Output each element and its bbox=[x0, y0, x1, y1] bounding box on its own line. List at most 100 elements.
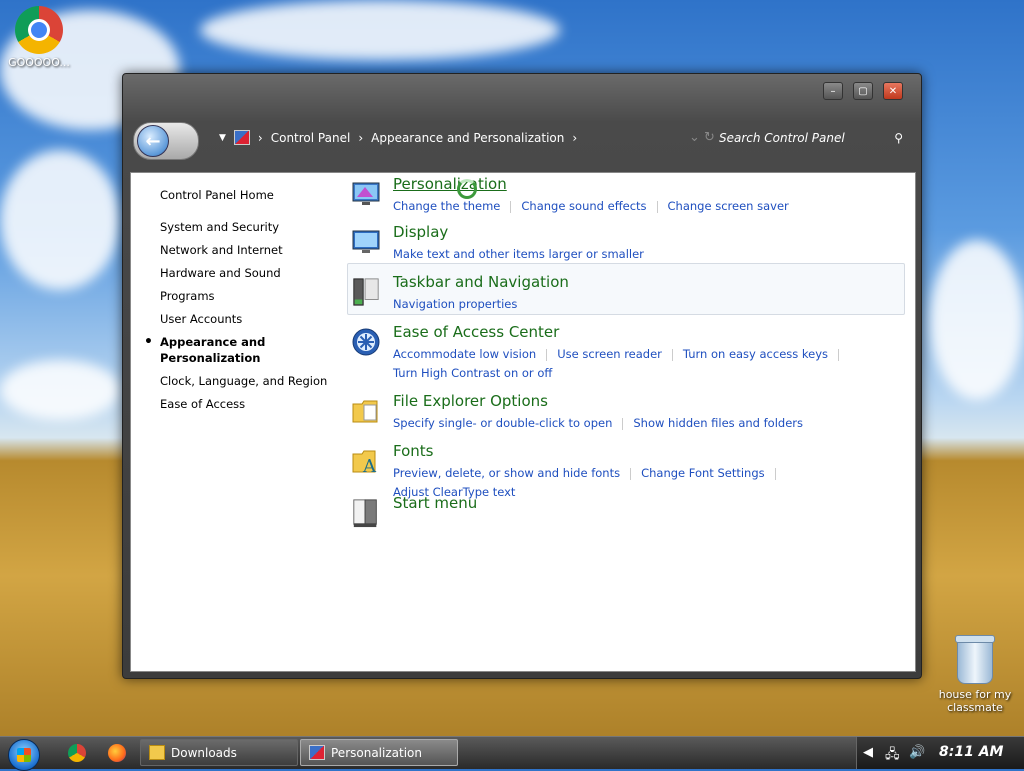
content-pane: Control Panel Home System and Security N… bbox=[130, 172, 916, 672]
ease-of-access-links: Accommodate low vision Use screen reader T… bbox=[393, 345, 903, 383]
nav-network-internet[interactable]: Network and Internet bbox=[160, 242, 340, 258]
breadcrumb-control-panel[interactable]: Control Panel bbox=[271, 131, 351, 145]
link-separator bbox=[671, 348, 673, 361]
display-title[interactable]: Display bbox=[393, 223, 448, 241]
nav-system-security[interactable]: System and Security bbox=[160, 219, 340, 235]
breadcrumb-separator-icon[interactable]: › bbox=[258, 131, 263, 145]
clock[interactable]: 8:11 AM bbox=[939, 744, 1003, 760]
network-icon[interactable]: 🖧 bbox=[885, 745, 900, 767]
display-icon bbox=[352, 230, 380, 253]
link-change-font-settings[interactable]: Change Font Settings bbox=[641, 466, 765, 480]
display-links: Make text and other items larger or smal… bbox=[393, 245, 903, 264]
link-single-double-click[interactable]: Specify single- or double-click to open bbox=[393, 416, 612, 430]
category-fonts: A Fonts Preview, delete, or show and hid… bbox=[347, 442, 903, 499]
control-panel-icon bbox=[233, 130, 250, 145]
link-separator bbox=[656, 200, 658, 213]
personalization-links: Change the theme Change sound effects Chan… bbox=[393, 197, 903, 216]
nav-control-panel-home[interactable]: Control Panel Home bbox=[160, 187, 340, 203]
personalization-title[interactable]: Personalization bbox=[393, 175, 507, 193]
nav-appearance-personalization[interactable]: Appearance and Personalization bbox=[144, 334, 270, 366]
taskbar-navigation-links: Navigation properties bbox=[393, 295, 903, 314]
taskbar: Downloads Personalization ◀ 🖧 🔊 8:11 AM bbox=[0, 736, 1024, 771]
link-separator bbox=[510, 200, 512, 213]
breadcrumb: ▼ › Control Panel › Appearance and Perso… bbox=[219, 130, 577, 145]
nav-hardware-sound[interactable]: Hardware and Sound bbox=[160, 265, 340, 281]
cloud bbox=[930, 240, 1024, 400]
link-high-contrast[interactable]: Turn High Contrast on or off bbox=[393, 366, 552, 380]
back-forward-buttons: ← bbox=[133, 122, 199, 160]
link-navigation-properties[interactable]: Navigation properties bbox=[393, 297, 517, 311]
recycle-bin-icon bbox=[955, 635, 995, 684]
cloud bbox=[0, 360, 120, 420]
address-bar: ← ▼ › Control Panel › Appearance and Per… bbox=[131, 118, 913, 160]
search-input[interactable]: Search Control Panel bbox=[719, 131, 845, 145]
start-button[interactable] bbox=[8, 739, 40, 771]
link-show-hidden-files[interactable]: Show hidden files and folders bbox=[633, 416, 803, 430]
breadcrumb-separator-icon[interactable]: › bbox=[358, 131, 363, 145]
back-arrow-icon: ← bbox=[145, 130, 161, 152]
start-menu-title[interactable]: Start menu bbox=[393, 494, 477, 512]
link-separator bbox=[838, 348, 840, 361]
category-personalization-block: Personalization Change the theme Change s… bbox=[347, 173, 903, 223]
close-button[interactable]: ✕ bbox=[883, 82, 903, 100]
firefox-taskbar-icon[interactable] bbox=[108, 744, 126, 762]
ease-of-access-title[interactable]: Ease of Access Center bbox=[393, 323, 559, 341]
window-controls: – ▢ ✕ bbox=[823, 82, 903, 100]
desktop-icon-chrome[interactable]: GOOOOO... bbox=[0, 6, 78, 69]
cloud bbox=[200, 0, 560, 60]
personalization-icon bbox=[352, 182, 380, 205]
recent-locations-chevron-icon[interactable]: ▼ bbox=[219, 133, 226, 143]
desktop-icon-recycle-bin[interactable]: house for my classmate bbox=[936, 635, 1014, 714]
search-box[interactable]: Search Control Panel ⚲ bbox=[711, 124, 911, 152]
breadcrumb-appearance[interactable]: Appearance and Personalization bbox=[371, 131, 564, 145]
file-explorer-options-links: Specify single- or double-click to open S… bbox=[393, 414, 903, 433]
search-icon[interactable]: ⚲ bbox=[894, 131, 903, 145]
nav-programs[interactable]: Programs bbox=[160, 288, 340, 304]
control-panel-icon bbox=[309, 745, 325, 760]
link-accommodate-low-vision[interactable]: Accommodate low vision bbox=[393, 347, 536, 361]
system-tray: ◀ 🖧 🔊 8:11 AM bbox=[856, 737, 1024, 769]
chrome-taskbar-icon[interactable] bbox=[68, 744, 86, 762]
cloud bbox=[0, 150, 120, 290]
maximize-button[interactable]: ▢ bbox=[853, 82, 873, 100]
busy-cursor-icon bbox=[457, 179, 477, 199]
back-button[interactable]: ← bbox=[137, 125, 169, 157]
chrome-icon bbox=[15, 6, 63, 54]
link-change-theme[interactable]: Change the theme bbox=[393, 199, 500, 213]
taskbar-icon bbox=[353, 278, 379, 306]
category-ease-of-access: Ease of Access Center Accommodate low vi… bbox=[347, 323, 903, 393]
volume-icon[interactable]: 🔊 bbox=[909, 745, 925, 760]
nav-clock-language-region[interactable]: Clock, Language, and Region bbox=[160, 373, 340, 389]
nav-ease-of-access[interactable]: Ease of Access bbox=[160, 396, 340, 412]
left-navigation: Control Panel Home System and Security N… bbox=[144, 187, 340, 419]
taskbar-button-personalization[interactable]: Personalization bbox=[300, 739, 458, 766]
link-separator bbox=[630, 467, 632, 480]
link-make-text-larger[interactable]: Make text and other items larger or smal… bbox=[393, 247, 644, 261]
control-panel-window: – ▢ ✕ ← ▼ › Control Panel › Appearance a… bbox=[122, 73, 922, 679]
category-start-menu: Start menu bbox=[347, 494, 903, 534]
link-easy-access-keys[interactable]: Turn on easy access keys bbox=[683, 347, 828, 361]
link-preview-fonts[interactable]: Preview, delete, or show and hide fonts bbox=[393, 466, 620, 480]
nav-user-accounts[interactable]: User Accounts bbox=[160, 311, 340, 327]
taskbar-button-label: Downloads bbox=[171, 745, 237, 760]
link-separator bbox=[546, 348, 548, 361]
svg-text:A: A bbox=[362, 456, 377, 476]
link-separator bbox=[622, 417, 624, 430]
folder-options-icon bbox=[352, 400, 378, 423]
taskbar-button-label: Personalization bbox=[331, 745, 422, 760]
start-menu-icon bbox=[353, 499, 377, 528]
tray-overflow-icon[interactable]: ◀ bbox=[863, 745, 873, 760]
desktop-icon-label: house for my classmate bbox=[938, 688, 1012, 714]
fonts-title[interactable]: Fonts bbox=[393, 442, 433, 460]
taskbar-navigation-title[interactable]: Taskbar and Navigation bbox=[393, 273, 569, 291]
link-change-sound-effects[interactable]: Change sound effects bbox=[521, 199, 646, 213]
folder-icon bbox=[149, 745, 165, 760]
fonts-icon: A bbox=[352, 450, 377, 476]
file-explorer-options-title[interactable]: File Explorer Options bbox=[393, 392, 548, 410]
link-change-screen-saver[interactable]: Change screen saver bbox=[668, 199, 789, 213]
taskbar-button-downloads[interactable]: Downloads bbox=[140, 739, 298, 766]
link-use-screen-reader[interactable]: Use screen reader bbox=[557, 347, 662, 361]
ease-of-access-icon bbox=[352, 328, 380, 356]
minimize-button[interactable]: – bbox=[823, 82, 843, 100]
breadcrumb-separator-icon[interactable]: › bbox=[572, 131, 577, 145]
